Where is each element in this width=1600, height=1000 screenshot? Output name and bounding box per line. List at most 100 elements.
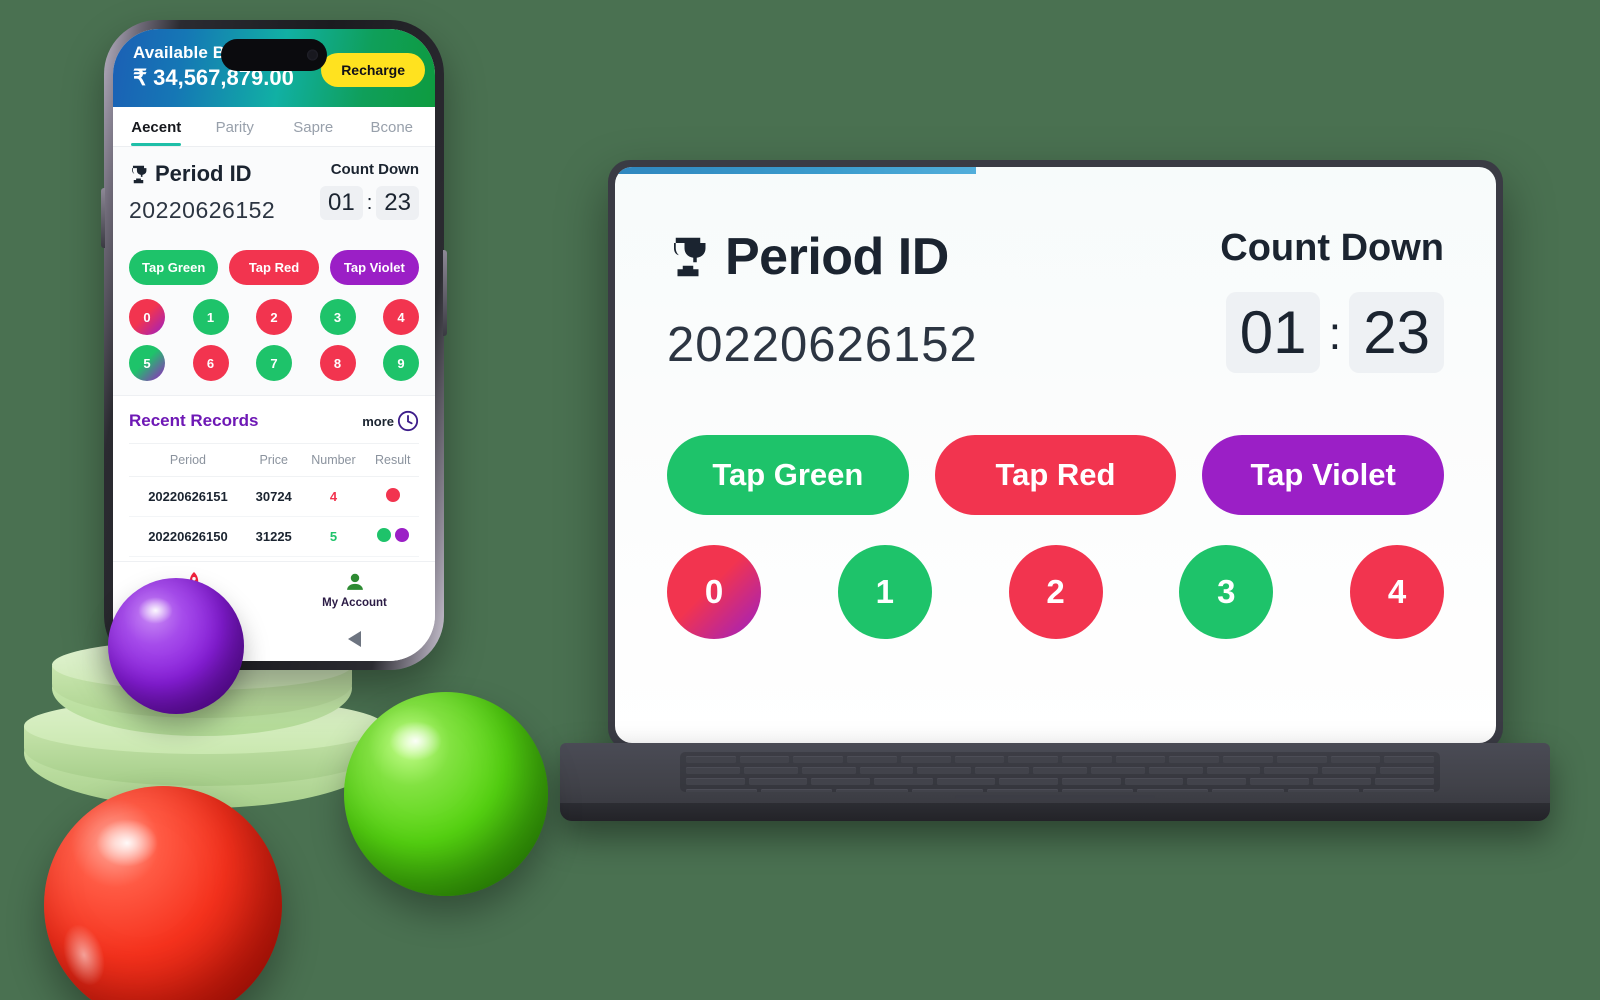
phone-number-row-bottom: 5 6 7 8 9: [129, 345, 419, 381]
laptop-lid: Period ID 20220626152 Count Down 01 : 23…: [608, 160, 1503, 750]
laptop-ball-3[interactable]: 3: [1179, 545, 1274, 639]
phone-tap-red-button[interactable]: Tap Red: [229, 250, 319, 285]
key: [1115, 756, 1166, 763]
laptop-mockup: Period ID 20220626152 Count Down 01 : 23…: [560, 160, 1550, 840]
laptop-countdown-minutes: 01: [1225, 292, 1321, 373]
phone-tap-violet-button[interactable]: Tap Violet: [329, 250, 419, 285]
table-row: 20220626151 30724 4: [129, 476, 419, 517]
phone-number-balls: 0 1 2 3 4 5 6 7 8 9: [129, 299, 419, 381]
tab-bcone[interactable]: Bcone: [353, 107, 432, 146]
key: [1276, 756, 1327, 763]
key: [1287, 789, 1359, 792]
phone-period-id: 20220626152: [129, 197, 276, 223]
key: [1375, 778, 1435, 785]
key: [1062, 778, 1121, 785]
recent-records-more-label: more: [362, 413, 394, 429]
key: [1250, 778, 1309, 785]
keyboard-row: [680, 756, 1440, 763]
key: [1212, 789, 1284, 792]
table-row: 20220626150 31225 5: [129, 516, 419, 557]
phone-ball-6[interactable]: 6: [192, 345, 229, 381]
laptop-ball-0[interactable]: 0: [667, 545, 761, 639]
phone-ball-3[interactable]: 3: [319, 299, 356, 335]
cell-number: 5: [300, 516, 367, 557]
phone-ball-8[interactable]: 8: [319, 345, 356, 381]
phone-countdown-timer: 01 : 23: [320, 186, 419, 220]
key: [686, 778, 745, 785]
key: [1137, 789, 1209, 792]
laptop-period-block: Period ID 20220626152: [667, 227, 978, 373]
key: [686, 767, 740, 774]
laptop-period-row: Period ID 20220626152 Count Down 01 : 23: [667, 167, 1444, 373]
laptop-tap-red-button[interactable]: Tap Red: [934, 435, 1177, 515]
recent-records-more-button[interactable]: more: [362, 410, 419, 432]
keyboard-row: [680, 789, 1440, 792]
laptop-tap-violet-button[interactable]: Tap Violet: [1202, 435, 1445, 515]
laptop-countdown-label: Count Down: [1220, 227, 1444, 269]
key: [1330, 756, 1381, 763]
key: [911, 789, 983, 792]
recent-records-header: Recent Records more: [129, 396, 419, 443]
key: [1008, 756, 1059, 763]
violet-sphere: [108, 578, 244, 714]
laptop-ball-4[interactable]: 4: [1350, 545, 1444, 639]
recharge-button[interactable]: Recharge: [321, 53, 425, 87]
phone-ball-1[interactable]: 1: [192, 299, 229, 335]
key: [1264, 767, 1319, 774]
phone-ball-4[interactable]: 4: [383, 299, 419, 335]
key: [1169, 756, 1220, 763]
recent-records-section: Recent Records more Period Price Number …: [113, 395, 435, 557]
key: [1322, 767, 1377, 774]
col-result: Result: [366, 443, 419, 477]
phone-countdown-block: Count Down 01 : 23: [320, 161, 419, 220]
back-triangle-icon[interactable]: [348, 631, 362, 647]
laptop-number-balls: 0 1 2 3 4: [667, 545, 1444, 639]
phone-ball-2[interactable]: 2: [256, 299, 292, 335]
phone-period-row: Period ID 20220626152 Count Down 01 : 23: [129, 147, 419, 224]
phone-countdown-seconds: 23: [376, 186, 419, 220]
laptop-ball-2[interactable]: 2: [1008, 545, 1103, 639]
phone-frame: Available Balance ₹ 34,567,879.00 Rechar…: [101, 20, 447, 670]
phone-period-block: Period ID 20220626152: [129, 161, 275, 224]
key: [936, 778, 996, 785]
laptop-ball-1[interactable]: 1: [837, 545, 932, 639]
laptop-tap-green-button[interactable]: Tap Green: [667, 435, 909, 515]
dynamic-island: [221, 39, 327, 71]
phone-ball-7[interactable]: 7: [256, 345, 292, 381]
laptop-keyboard[interactable]: [680, 752, 1440, 792]
phone-volume-button[interactable]: [101, 188, 105, 248]
key: [1187, 778, 1247, 785]
key: [1090, 767, 1145, 774]
phone-ball-0[interactable]: 0: [129, 299, 165, 335]
key: [1062, 756, 1112, 763]
laptop-trackpad[interactable]: [955, 795, 1155, 799]
phone-ball-9[interactable]: 9: [383, 345, 419, 381]
key: [686, 789, 758, 792]
key: [761, 789, 833, 792]
tab-sapre[interactable]: Sapre: [274, 107, 353, 146]
key: [1124, 778, 1184, 785]
cell-number: 4: [300, 476, 367, 517]
cell-period: 20220626151: [129, 476, 247, 517]
laptop-tap-buttons: Tap Green Tap Red Tap Violet: [667, 435, 1445, 515]
laptop-base: [560, 743, 1550, 821]
key: [1033, 767, 1087, 774]
phone-tap-green-button[interactable]: Tap Green: [129, 250, 219, 285]
laptop-period-heading: Period ID: [667, 227, 978, 287]
phone-countdown-label: Count Down: [330, 161, 419, 178]
phone-ball-5[interactable]: 5: [129, 345, 165, 381]
laptop-countdown-seconds: 23: [1349, 292, 1444, 373]
key: [900, 756, 951, 763]
phone-power-button[interactable]: [443, 250, 447, 336]
tab-aecent[interactable]: Aecent: [117, 107, 196, 146]
key: [917, 767, 972, 774]
key: [954, 756, 1005, 763]
key: [847, 756, 897, 763]
cell-price: 31225: [246, 516, 301, 557]
tab-parity[interactable]: Parity: [196, 107, 275, 146]
col-number: Number: [300, 443, 367, 477]
phone-body: Period ID 20220626152 Count Down 01 : 23: [113, 147, 435, 557]
nav-item-my-account[interactable]: My Account: [274, 562, 435, 617]
key: [1384, 756, 1435, 763]
phone-screen: Available Balance ₹ 34,567,879.00 Rechar…: [113, 29, 435, 661]
